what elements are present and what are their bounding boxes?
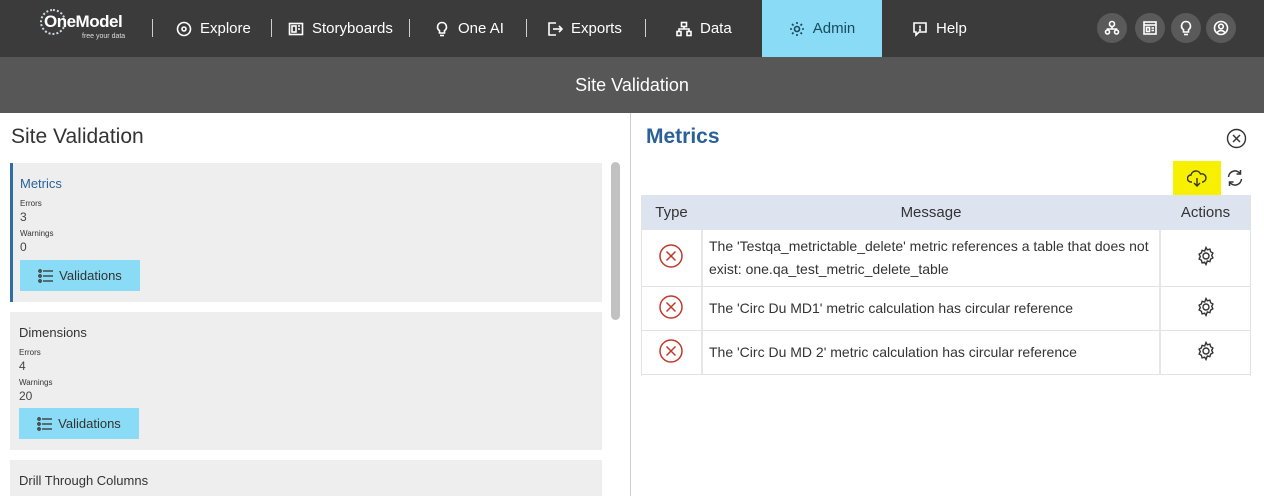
errors-label: Errors (20, 199, 42, 208)
top-navigation: OneModel free your data Explore Storyboa… (0, 0, 1264, 57)
nav-separator (409, 19, 410, 37)
nav-separator (152, 19, 153, 37)
table-row: The 'Circ Du MD 2' metric calculation ha… (641, 330, 1251, 375)
panel-title: Site Validation (11, 125, 144, 148)
warnings-count: 20 (19, 389, 33, 403)
logo-brand: OneModel (44, 12, 123, 31)
nav-exports-label: Exports (571, 20, 622, 37)
nav-separator (526, 19, 527, 37)
hierarchy-icon (676, 21, 692, 36)
column-header-actions: Actions (1160, 195, 1251, 230)
validation-card-metrics[interactable]: Metrics Errors 3 Warnings 0 Validations (10, 163, 602, 302)
warnings-count: 0 (20, 240, 27, 254)
card-name: Dimensions (19, 325, 87, 340)
actions-cell (1160, 230, 1251, 287)
nav-storyboards[interactable]: Storyboards (288, 0, 393, 57)
row-settings-button[interactable] (1195, 246, 1217, 270)
nav-admin-label: Admin (812, 20, 856, 37)
page-header: Site Validation (0, 57, 1264, 113)
card-name: Metrics (20, 176, 62, 191)
user-icon (1213, 20, 1229, 36)
nav-data-label: Data (700, 20, 732, 37)
row-settings-button[interactable] (1195, 340, 1217, 365)
errors-label: Errors (19, 348, 41, 357)
nav-explore[interactable]: Explore (176, 0, 251, 57)
nav-help-label: Help (936, 20, 967, 37)
nav-help[interactable]: Help (912, 0, 967, 57)
gear-icon (1198, 340, 1214, 361)
row-settings-button[interactable] (1195, 296, 1217, 321)
message-cell: The 'Circ Du MD1' metric calculation has… (701, 286, 1161, 331)
cloud-download-icon (1187, 170, 1207, 187)
error-icon (658, 338, 684, 367)
validation-card-drill-through-columns[interactable]: Drill Through Columns (10, 460, 602, 496)
card-name: Drill Through Columns (19, 473, 149, 488)
validations-button[interactable]: Validations (19, 408, 139, 439)
lightbulb-icon (436, 21, 448, 36)
nav-storyboards-label: Storyboards (312, 20, 393, 37)
idea-button[interactable] (1171, 13, 1201, 43)
gear-icon (1198, 296, 1214, 317)
warnings-label: Warnings (20, 229, 54, 238)
validation-list-panel: Site Validation Metrics Errors 3 Warning… (0, 113, 630, 496)
refresh-button[interactable] (1225, 168, 1247, 190)
org-chart-icon (1104, 20, 1120, 35)
list-scrollbar[interactable] (611, 162, 620, 320)
detail-title: Metrics (646, 125, 720, 148)
list-icon (38, 268, 54, 283)
table-header-row: Type Message Actions (641, 195, 1251, 230)
list-icon (37, 416, 53, 431)
user-profile-button[interactable] (1206, 13, 1236, 43)
table-row: The 'Circ Du MD1' metric calculation has… (641, 286, 1251, 331)
panel-divider (630, 113, 631, 496)
dashboard-button[interactable] (1135, 13, 1165, 43)
column-header-message: Message (702, 195, 1160, 230)
message-cell: The 'Circ Du MD 2' metric calculation ha… (701, 330, 1161, 375)
close-circle-icon (1226, 128, 1247, 149)
org-chart-button[interactable] (1097, 13, 1127, 43)
actions-cell (1160, 286, 1251, 331)
validations-button[interactable]: Validations (20, 260, 140, 291)
download-button[interactable] (1173, 161, 1221, 197)
nav-admin[interactable]: Admin (762, 0, 882, 57)
column-header-type: Type (641, 195, 702, 230)
onemodel-logo[interactable]: OneModel free your data (40, 9, 140, 49)
validation-table: Type Message Actions The 'Testqa_metrict… (641, 195, 1251, 375)
validation-card-dimensions[interactable]: Dimensions Errors 4 Warnings 20 Validati… (10, 312, 602, 450)
logo-tagline: free your data (82, 33, 126, 40)
nav-exports[interactable]: Exports (547, 0, 622, 57)
nav-data[interactable]: Data (676, 0, 732, 57)
validations-button-label: Validations (58, 416, 121, 431)
nav-separator (271, 19, 272, 37)
export-icon (548, 21, 563, 36)
compass-icon (176, 21, 192, 36)
nav-one-ai-label: One AI (458, 20, 504, 37)
type-cell (641, 230, 702, 287)
type-cell (641, 286, 702, 331)
idea-icon (1180, 20, 1192, 36)
table-row: The 'Testqa_metrictable_delete' metric r… (641, 230, 1251, 287)
storyboard-icon (288, 22, 304, 35)
gear-icon (789, 21, 804, 36)
type-cell (641, 330, 702, 375)
actions-cell (1160, 330, 1251, 375)
refresh-icon (1227, 170, 1243, 186)
page-header-title: Site Validation (575, 74, 689, 95)
gear-icon (1198, 246, 1214, 267)
close-button[interactable] (1226, 128, 1247, 149)
errors-count: 3 (20, 210, 27, 224)
nav-one-ai[interactable]: One AI (434, 0, 504, 57)
nav-separator (645, 19, 646, 37)
errors-count: 4 (19, 359, 26, 373)
error-icon (658, 244, 684, 272)
nav-explore-label: Explore (200, 20, 251, 37)
dashboard-icon (1143, 21, 1157, 35)
validations-button-label: Validations (59, 268, 122, 283)
message-cell: The 'Testqa_metrictable_delete' metric r… (701, 230, 1161, 287)
help-chat-icon (913, 21, 927, 37)
error-icon (658, 294, 684, 323)
warnings-label: Warnings (19, 378, 53, 387)
